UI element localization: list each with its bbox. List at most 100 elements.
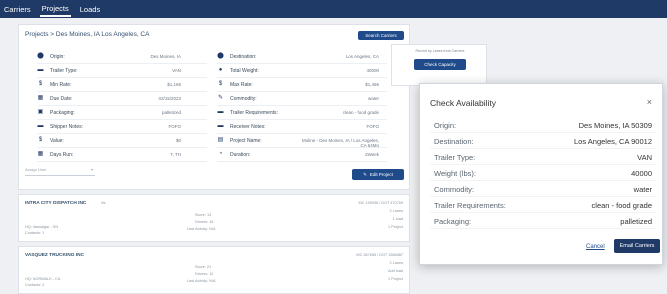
divider bbox=[217, 161, 387, 162]
capacity-note: Recruit by Lanes from Carriers bbox=[415, 49, 465, 53]
carrier-lanes[interactable]: 2 Lanes bbox=[389, 261, 403, 265]
divider bbox=[217, 91, 387, 92]
field-row: $ Value: bbox=[37, 137, 64, 144]
availability-row: Trailer Requirements: clean - food grade bbox=[430, 198, 656, 213]
field-label: Duration: bbox=[230, 151, 251, 158]
field-value: $1,166 bbox=[167, 82, 181, 87]
field-row: ✎ Commodity: bbox=[217, 95, 257, 102]
carrier-contacts: Contacts: 2 bbox=[25, 283, 45, 287]
carrier-mc: MC 199936 / DOT 470769 bbox=[358, 201, 403, 205]
field-row: ▬ Trailer Requirements: bbox=[217, 109, 278, 116]
weight-icon: ● bbox=[218, 67, 223, 73]
email-carriers-button[interactable]: Email Carriers bbox=[614, 239, 660, 253]
field-label: Destination: bbox=[230, 53, 257, 60]
availability-label: Destination: bbox=[434, 137, 474, 146]
carrier-loads[interactable]: 1 load bbox=[393, 217, 403, 221]
carrier-drivers: Drivers: 12 bbox=[195, 272, 214, 276]
pin-icon: ⬤ bbox=[37, 53, 44, 59]
field-row: ⬤ Origin: bbox=[37, 53, 65, 60]
carrier-card[interactable]: VASQUEZ TRUCKING INC HQ: NORWALK - CA Co… bbox=[18, 246, 410, 294]
field-label: Project Name: bbox=[230, 137, 262, 144]
field-value: Los Angeles, CA bbox=[345, 54, 379, 59]
field-label: Max Rate: bbox=[230, 81, 253, 88]
carrier-mc: MC 367655 / DOT 1565887 bbox=[356, 253, 403, 257]
availability-row: Trailer Type: VAN bbox=[430, 150, 656, 165]
carrier-drivers: Drivers: 18 bbox=[195, 220, 214, 224]
carrier-name[interactable]: INTRA CITY DISPATCH INC bbox=[25, 201, 86, 206]
carrier-loads[interactable]: Add load bbox=[388, 269, 403, 273]
field-row: ▦ Due Date: bbox=[37, 95, 73, 102]
divider bbox=[37, 133, 207, 134]
field-label: Total Weight: bbox=[230, 67, 259, 74]
divider bbox=[37, 147, 207, 148]
field-value: palletized bbox=[161, 110, 181, 115]
capacity-panel: Recruit by Lanes from Carriers Check Cap… bbox=[391, 44, 487, 86]
availability-row: Commodity: water bbox=[430, 182, 656, 197]
field-row: ▣ Packaging: bbox=[37, 109, 75, 116]
availability-label: Trailer Requirements: bbox=[434, 201, 506, 210]
divider bbox=[37, 63, 207, 64]
check-capacity-button[interactable]: Check Capacity bbox=[414, 59, 466, 70]
divider bbox=[217, 147, 387, 148]
divider bbox=[37, 77, 207, 78]
project-card: Projects > Des Moines, IA Los Angeles, C… bbox=[18, 24, 410, 190]
field-label: Due Date: bbox=[50, 95, 73, 102]
carrier-lanes[interactable]: 2 Lanes bbox=[389, 209, 403, 213]
field-row: $ Min Rate: bbox=[37, 81, 72, 88]
field-label: Shipper Notes: bbox=[50, 123, 84, 130]
dollar-icon: $ bbox=[218, 81, 223, 87]
field-row: ▬ Trailer Type: bbox=[37, 67, 78, 74]
edit-project-button[interactable]: ✎ Edit Project bbox=[352, 169, 404, 180]
availability-row: Packaging: palletized bbox=[430, 214, 656, 229]
assign-user-dropdown[interactable]: Assign User ▾ bbox=[25, 167, 95, 176]
truck-icon: ▬ bbox=[37, 67, 44, 73]
nav-carriers[interactable]: Carriers bbox=[2, 3, 33, 16]
check-availability-modal: Check Availability × Origin: Des Moines, … bbox=[419, 83, 663, 265]
carrier-projects[interactable]: 1 Project bbox=[388, 225, 403, 229]
dollar-icon: $ bbox=[38, 81, 43, 87]
nav-projects[interactable]: Projects bbox=[39, 2, 71, 17]
carrier-projects[interactable]: 1 Project bbox=[388, 277, 403, 281]
close-icon[interactable]: × bbox=[647, 97, 652, 107]
field-label: Trailer Requirements: bbox=[230, 109, 278, 116]
availability-label: Origin: bbox=[434, 121, 457, 130]
field-value: $0 bbox=[175, 138, 181, 143]
field-label: Commodity: bbox=[230, 95, 257, 102]
cancel-button[interactable]: Cancel bbox=[586, 244, 605, 250]
divider bbox=[217, 63, 387, 64]
carrier-score: Score: 13 bbox=[195, 213, 212, 217]
carrier-card[interactable]: INTRA CITY DISPATCH INC ✂ HQ: Vassalgar … bbox=[18, 194, 410, 242]
modal-title: Check Availability bbox=[430, 98, 496, 108]
field-label: Value: bbox=[50, 137, 64, 144]
field-value: FOFO bbox=[366, 124, 380, 129]
availability-value: palletized bbox=[620, 217, 652, 226]
search-carriers-button[interactable]: Search Carriers bbox=[358, 31, 404, 40]
field-row: $ Max Rate: bbox=[217, 81, 253, 88]
field-value: water bbox=[367, 96, 379, 101]
box-icon: ▣ bbox=[37, 109, 44, 115]
divider bbox=[217, 133, 387, 134]
availability-value: water bbox=[633, 185, 652, 194]
pen-icon: ✎ bbox=[363, 171, 367, 177]
divider bbox=[37, 119, 207, 120]
field-value: 02/15/2022 bbox=[158, 96, 181, 101]
top-nav: Carriers Projects Loads bbox=[0, 0, 667, 18]
calendar-icon: ▦ bbox=[37, 95, 44, 101]
carrier-contacts: Contacts: 1 bbox=[25, 231, 45, 235]
carrier-activity: Last Activity: N/A bbox=[187, 227, 216, 231]
nav-loads[interactable]: Loads bbox=[78, 3, 102, 16]
carrier-name[interactable]: VASQUEZ TRUCKING INC bbox=[25, 253, 84, 258]
divider bbox=[37, 161, 207, 162]
divider bbox=[217, 77, 387, 78]
field-row: ⬤ Destination: bbox=[217, 53, 256, 60]
scissors-icon: ✂ bbox=[101, 201, 107, 207]
availability-label: Packaging: bbox=[434, 217, 472, 226]
field-label: Receiver Notes: bbox=[230, 123, 266, 130]
assign-user-label: Assign User bbox=[25, 167, 47, 172]
field-value: $1,466 bbox=[365, 82, 379, 87]
field-row: ● Total Weight: bbox=[217, 67, 259, 74]
availability-row: Weight (lbs): 40000 bbox=[430, 166, 656, 181]
field-row: ▬ Shipper Notes: bbox=[37, 123, 84, 130]
breadcrumb[interactable]: Projects > Des Moines, IA Los Angeles, C… bbox=[25, 31, 149, 38]
availability-label: Weight (lbs): bbox=[434, 169, 476, 178]
